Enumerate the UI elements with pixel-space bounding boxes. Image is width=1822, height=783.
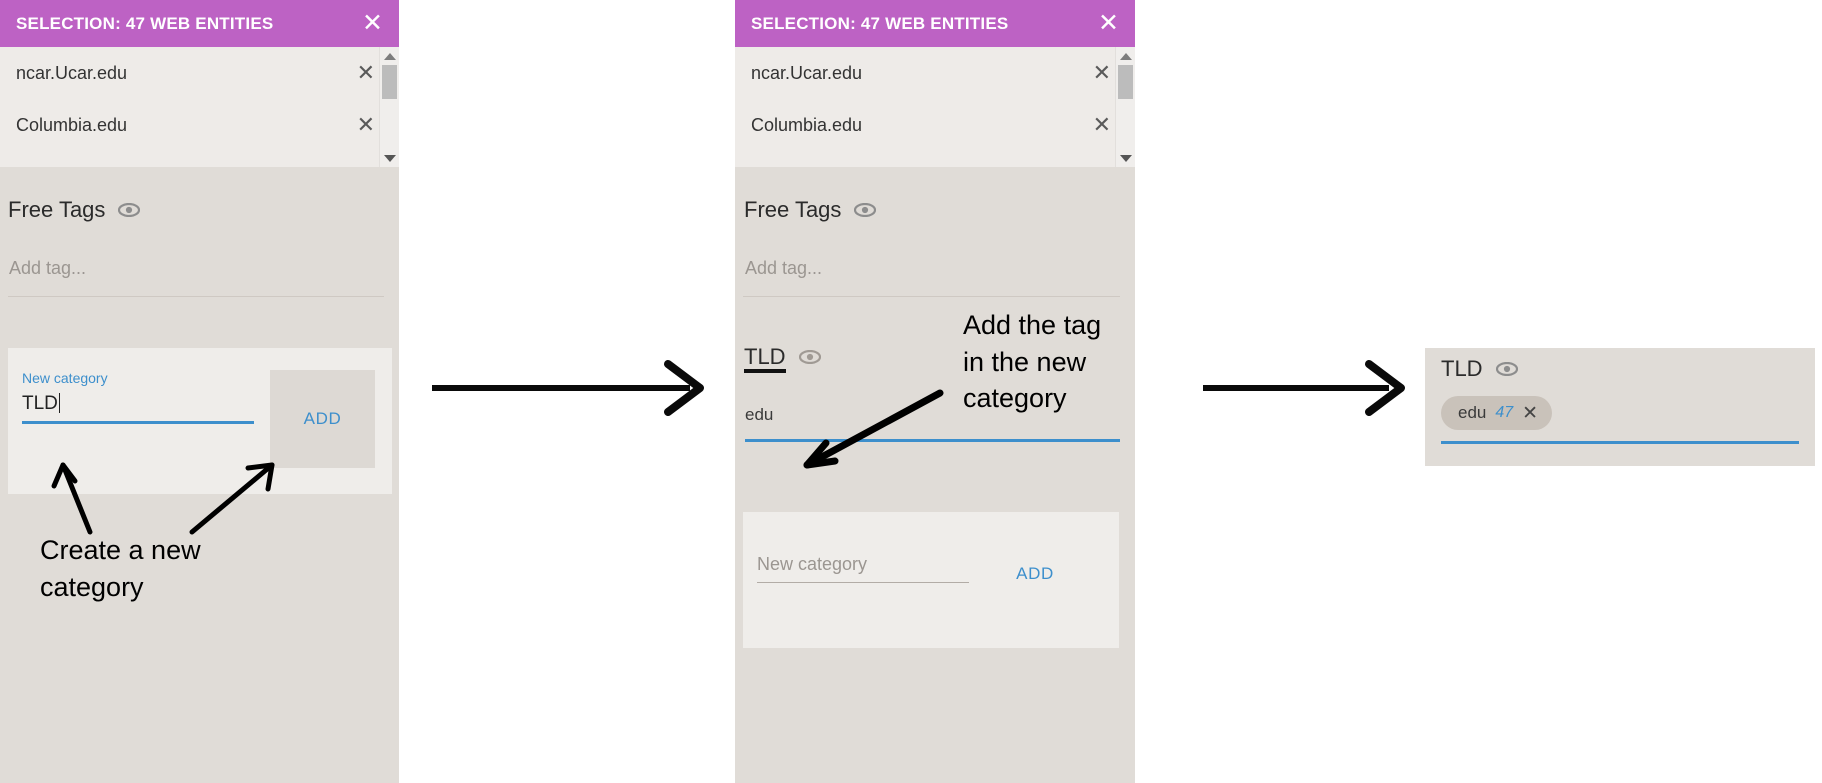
close-icon[interactable]: ✕ — [1093, 114, 1111, 136]
new-category-underline — [22, 421, 254, 424]
list-item[interactable]: ncar.Ucar.edu ✕ — [0, 47, 399, 99]
free-tags-divider — [8, 296, 384, 297]
entity-name: ncar.Ucar.edu — [16, 62, 128, 83]
add-category-button[interactable]: ADD — [1005, 560, 1065, 588]
new-category-underline — [757, 582, 969, 583]
annotation-create-category: Create a new category — [40, 535, 201, 602]
scroll-down-icon[interactable] — [1116, 151, 1135, 165]
tld-category-header: TLD — [744, 345, 821, 374]
flow-arrow-2 — [1203, 360, 1405, 416]
scrollbar-thumb[interactable] — [382, 65, 397, 99]
close-icon[interactable]: ✕ — [357, 114, 375, 136]
tag-chip-label: edu — [1458, 403, 1487, 422]
free-tags-header: Free Tags — [744, 197, 877, 223]
close-icon[interactable]: ✕ — [357, 62, 375, 84]
list-item[interactable]: Columbia.edu ✕ — [0, 99, 399, 151]
free-tags-add-tag-input[interactable]: Add tag... — [745, 258, 822, 279]
tld-category-title: TLD — [744, 345, 786, 374]
close-icon[interactable]: ✕ — [1096, 11, 1121, 36]
tld-category-header: TLD — [1441, 356, 1518, 382]
free-tags-add-tag-input[interactable]: Add tag... — [9, 258, 86, 279]
annotation-arrow-to-tld-tag — [690, 0, 1010, 88]
tag-chip-count: 47 — [1495, 404, 1514, 421]
tag-chip[interactable]: edu 47 ✕ — [1441, 396, 1553, 430]
eye-icon[interactable] — [854, 203, 877, 217]
new-category-field[interactable]: New category — [757, 554, 969, 583]
flow-arrow-1 — [432, 360, 704, 416]
add-category-button-label: ADD — [303, 409, 342, 428]
panel1-header: SELECTION: 47 WEB ENTITIES ✕ — [0, 0, 399, 47]
close-icon[interactable]: ✕ — [360, 11, 385, 36]
tld-category-panel-3: TLD edu 47 ✕ — [1425, 348, 1815, 466]
annotation-arrow-to-edu-tag — [803, 389, 944, 469]
entity-name: Columbia.edu — [16, 114, 128, 135]
annotation-arrow-to-add-button — [189, 462, 275, 535]
close-icon[interactable]: ✕ — [1522, 404, 1538, 423]
scroll-up-icon[interactable] — [1116, 49, 1135, 63]
free-tags-title: Free Tags — [8, 197, 106, 222]
annotation-add-tag: Add the tag in the new category — [963, 310, 1102, 414]
free-tags-title: Free Tags — [744, 197, 842, 222]
scroll-up-icon[interactable] — [380, 49, 399, 63]
free-tags-header: Free Tags — [8, 197, 141, 223]
eye-icon[interactable] — [1495, 362, 1518, 376]
free-tags-add-tag-placeholder: Add tag... — [745, 258, 823, 278]
new-category-field[interactable]: New category TLD — [22, 370, 254, 424]
free-tags-add-tag-placeholder: Add tag... — [9, 258, 87, 278]
scroll-down-icon[interactable] — [380, 151, 399, 165]
eye-icon[interactable] — [118, 203, 141, 217]
list-item[interactable]: Columbia.edu ✕ — [735, 99, 1135, 151]
panel2-new-category-card: New category ADD — [743, 512, 1119, 648]
free-tags-divider — [743, 296, 1120, 297]
new-category-float-label: New category — [22, 370, 108, 386]
tld-tag-input-value: edu — [745, 405, 774, 424]
entity-list-scrollbar[interactable] — [1115, 47, 1135, 167]
annotation-arrow-to-input — [51, 462, 93, 535]
tld-tag-input[interactable]: edu 47 ✕ — [1441, 396, 1799, 444]
eye-icon[interactable] — [798, 350, 821, 365]
new-category-input-value: TLD — [22, 393, 58, 414]
close-icon[interactable]: ✕ — [1093, 62, 1111, 84]
text-caret — [58, 393, 60, 413]
new-category-placeholder: New category — [757, 554, 868, 574]
entity-name: Columbia.edu — [751, 114, 863, 135]
selection-panel-1: SELECTION: 47 WEB ENTITIES ✕ ncar.Ucar.e… — [0, 0, 399, 783]
panel1-entity-list: ncar.Ucar.edu ✕ Columbia.edu ✕ — [0, 47, 399, 167]
add-category-button-label: ADD — [1016, 564, 1054, 583]
entity-list-scrollbar[interactable] — [379, 47, 399, 167]
tld-category-title: TLD — [1441, 356, 1483, 381]
scrollbar-thumb[interactable] — [1118, 65, 1133, 99]
tld-tag-input-underline — [1441, 441, 1799, 444]
panel1-header-title: SELECTION: 47 WEB ENTITIES — [16, 13, 274, 33]
